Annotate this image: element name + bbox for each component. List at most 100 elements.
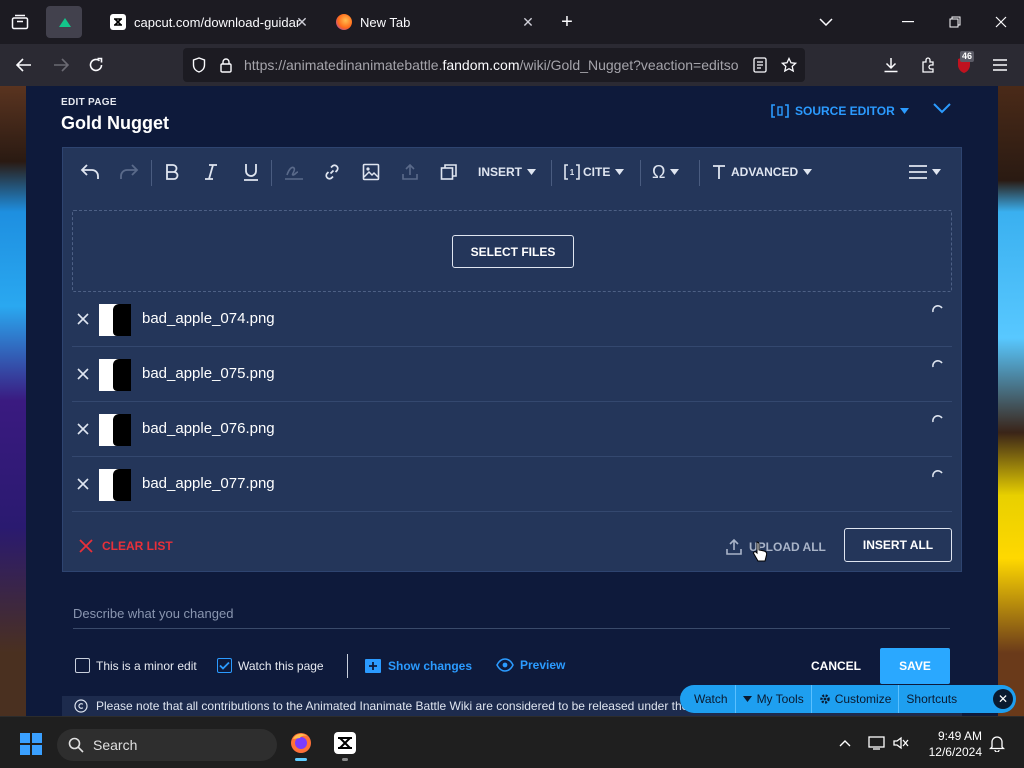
toolbar-divider — [151, 160, 152, 186]
insert-all-button[interactable]: INSERT ALL — [844, 528, 952, 562]
close-toolbar-icon[interactable]: ✕ — [993, 689, 1013, 709]
page-viewport: EDIT PAGE Gold Nugget SOURCE EDITOR INSE… — [0, 86, 1024, 716]
browser-nav-bar: https://animatedinanimatebattle.fandom.c… — [0, 44, 1024, 86]
image-icon[interactable] — [362, 161, 380, 183]
watch-page-checkbox[interactable]: Watch this page — [217, 658, 324, 673]
file-thumbnail — [99, 469, 131, 501]
redo-icon[interactable] — [119, 161, 139, 183]
diff-icon — [365, 659, 381, 673]
display-icon[interactable] — [865, 731, 889, 755]
cite-dropdown[interactable]: 1 CITE — [564, 161, 625, 183]
tab-title: New Tab — [360, 14, 411, 30]
editor-toolbar: INSERT 1 CITE Ω ADVANCED — [63, 148, 961, 198]
file-row: bad_apple_075.png — [72, 347, 952, 402]
text-style-icon — [713, 165, 725, 179]
close-icon — [79, 539, 93, 553]
chevron-down-icon — [932, 169, 941, 175]
background-art-left — [0, 86, 26, 716]
more-menu-dropdown[interactable] — [909, 161, 941, 183]
cancel-button[interactable]: CANCEL — [811, 659, 861, 673]
system-clock[interactable]: 9:49 AM 12/6/2024 — [912, 728, 982, 760]
close-tab-icon[interactable]: ✕ — [520, 14, 536, 30]
close-window-icon[interactable] — [989, 10, 1013, 34]
undo-icon[interactable] — [80, 161, 100, 183]
bold-icon[interactable] — [165, 161, 179, 183]
advanced-label: ADVANCED — [731, 165, 799, 179]
taskbar-search[interactable]: Search — [57, 729, 277, 761]
minor-edit-checkbox[interactable]: This is a minor edit — [75, 658, 197, 673]
gear-icon — [820, 694, 830, 704]
firefox-favicon-icon — [336, 14, 352, 30]
url-bar[interactable]: https://animatedinanimatebattle.fandom.c… — [183, 48, 805, 82]
source-editor-icon — [771, 104, 789, 118]
tab-overview-icon[interactable] — [8, 10, 32, 34]
back-arrow-icon[interactable] — [12, 53, 36, 77]
special-characters-dropdown[interactable]: Ω — [652, 161, 680, 183]
file-thumbnail — [99, 414, 131, 446]
remove-file-icon[interactable] — [75, 366, 91, 382]
minimize-window-icon[interactable] — [896, 10, 920, 34]
chevron-down-icon — [670, 169, 680, 175]
advanced-dropdown[interactable]: ADVANCED — [712, 161, 813, 183]
url-text[interactable]: https://animatedinanimatebattle.fandom.c… — [244, 57, 744, 73]
collapse-chevron-icon[interactable] — [932, 102, 956, 122]
cite-label: CITE — [583, 165, 611, 179]
gallery-icon[interactable] — [440, 161, 458, 183]
underline-icon[interactable] — [243, 161, 259, 183]
insert-dropdown[interactable]: INSERT — [478, 161, 537, 183]
signature-icon[interactable] — [284, 161, 304, 183]
show-changes-button[interactable]: Show changes — [364, 658, 472, 674]
customize-label: Customize — [834, 692, 892, 706]
notification-bell-icon[interactable] — [985, 731, 1009, 755]
upload-all-button[interactable]: UPLOAD ALL — [725, 538, 826, 556]
clear-list-button[interactable]: CLEAR LIST — [78, 538, 173, 554]
watch-button[interactable]: Watch — [680, 685, 736, 713]
loading-spinner-icon — [930, 304, 946, 320]
watch-label: Watch — [694, 692, 728, 706]
restore-window-icon[interactable] — [943, 10, 967, 34]
remove-file-icon[interactable] — [75, 476, 91, 492]
tab-capcut[interactable]: capcut.com/download-guidan ✕ — [100, 6, 318, 38]
link-icon[interactable] — [323, 161, 341, 183]
fandom-toolbar: Watch My Tools Customize Shortcuts ✕ — [680, 685, 1016, 713]
file-name: bad_apple_077.png — [142, 475, 275, 492]
tab-new-tab[interactable]: New Tab ✕ — [326, 6, 544, 38]
select-files-button[interactable]: SELECT FILES — [452, 235, 574, 268]
tab-fandom[interactable] — [46, 6, 82, 38]
edit-page-label: EDIT PAGE — [61, 97, 117, 108]
preview-label: Preview — [520, 658, 566, 672]
edit-summary-input[interactable]: Describe what you changed — [73, 606, 233, 621]
ublock-extension-icon[interactable]: 46 — [952, 51, 976, 77]
lock-icon[interactable] — [216, 55, 236, 75]
shortcuts-button[interactable]: Shortcuts — [899, 685, 964, 713]
caret-down-icon — [742, 696, 752, 702]
preview-button[interactable]: Preview — [496, 658, 565, 672]
reader-view-icon[interactable] — [750, 55, 770, 75]
list-tabs-chevron-icon[interactable] — [814, 10, 838, 34]
downloads-icon[interactable] — [879, 53, 903, 77]
chevron-up-icon[interactable] — [833, 731, 857, 755]
reload-icon[interactable] — [84, 53, 108, 77]
windows-start-icon[interactable] — [19, 732, 43, 756]
remove-file-icon[interactable] — [75, 311, 91, 327]
remove-file-icon[interactable] — [75, 421, 91, 437]
extensions-puzzle-icon[interactable] — [916, 53, 940, 77]
forward-arrow-icon[interactable] — [49, 53, 73, 77]
tracking-shield-icon[interactable] — [189, 55, 209, 75]
new-tab-plus-icon[interactable]: + — [555, 10, 579, 34]
source-editor-dropdown[interactable]: SOURCE EDITOR — [771, 104, 909, 118]
italic-icon[interactable] — [204, 161, 218, 183]
tab-title: capcut.com/download-guidan — [134, 14, 300, 30]
firefox-taskbar-icon[interactable] — [287, 729, 315, 761]
capcut-taskbar-icon[interactable] — [331, 729, 359, 761]
hamburger-menu-icon[interactable] — [988, 53, 1012, 77]
file-drop-zone[interactable]: SELECT FILES — [72, 210, 952, 292]
close-tab-icon[interactable]: ✕ — [294, 14, 310, 30]
clock-time: 9:49 AM — [937, 729, 982, 743]
bookmark-star-icon[interactable] — [779, 55, 799, 75]
customize-button[interactable]: Customize — [812, 685, 900, 713]
upload-icon[interactable] — [401, 161, 419, 183]
save-button[interactable]: SAVE — [880, 648, 950, 684]
my-tools-button[interactable]: My Tools — [736, 685, 812, 713]
volume-muted-icon[interactable] — [889, 731, 913, 755]
